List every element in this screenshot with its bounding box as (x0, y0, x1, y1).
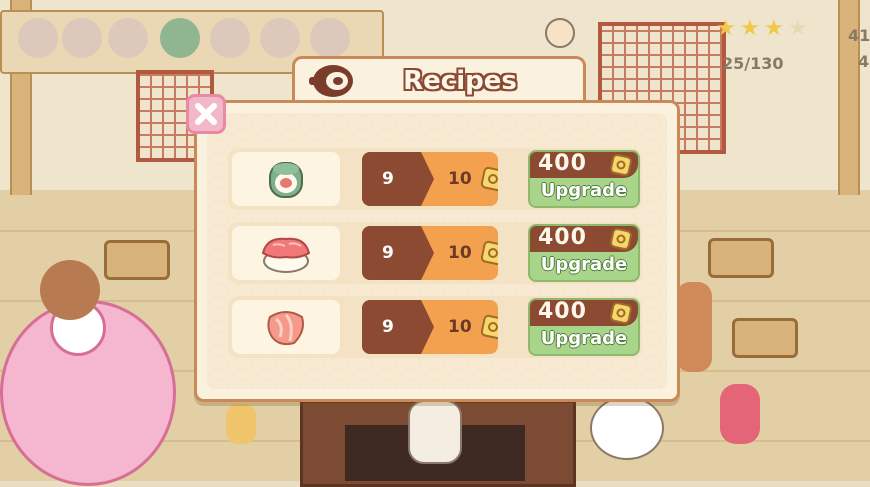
dialog-title: Recipes (403, 66, 517, 96)
salmon-slices-icon (267, 311, 304, 346)
cat-silhouette-icon (62, 18, 102, 58)
tuna-nigiri-icon (261, 237, 311, 273)
npc-character (545, 18, 575, 48)
customer-doll-character (720, 384, 760, 444)
low-table (732, 318, 798, 358)
star-icon: ★ (716, 16, 736, 41)
upgrade-cost: 400 (538, 225, 587, 250)
recipe-thumbnail (232, 152, 340, 206)
secondary-count: 4 (858, 52, 870, 71)
coin-icon (480, 166, 498, 192)
low-table (708, 238, 774, 278)
coin-icon (610, 228, 632, 250)
star-icon: ★ (788, 16, 808, 41)
current-level: 9 (362, 226, 434, 280)
current-level: 9 (362, 152, 434, 206)
customer-chick-character (226, 404, 256, 444)
close-button[interactable] (186, 94, 226, 134)
level-indicator: 9 10 (362, 300, 498, 354)
recipe-thumbnail (232, 226, 340, 280)
recipe-thumbnail (232, 300, 340, 354)
level-indicator: 9 10 (362, 226, 498, 280)
coin-icon (480, 240, 498, 266)
recipe-row: 9 10 400 Upgrade (228, 296, 642, 358)
upgrade-button[interactable]: 400 Upgrade (528, 224, 640, 282)
upgrade-cost: 400 (538, 299, 587, 324)
upgrade-label: Upgrade (540, 254, 628, 275)
upgrade-price-tag: 400 (530, 152, 638, 178)
currency-count: 41 (848, 26, 870, 45)
chef-cat-character (408, 400, 462, 464)
house-silhouette-icon (210, 18, 250, 58)
star-icon: ★ (740, 16, 760, 41)
creature-silhouette-icon (260, 18, 300, 58)
customer-cat-character (590, 396, 664, 460)
next-level: 10 (448, 243, 472, 263)
upgrade-label: Upgrade (540, 328, 628, 349)
cake-silhouette-icon (310, 18, 350, 58)
upgrade-label: Upgrade (540, 180, 628, 201)
coin-icon (610, 154, 632, 176)
star-progress-text: 25/130 (722, 54, 784, 73)
coin-icon (480, 314, 498, 340)
low-table (104, 240, 170, 280)
maki-roll-icon (269, 162, 303, 198)
level-indicator: 9 10 (362, 152, 498, 206)
next-level: 10 (448, 317, 472, 337)
coin-icon (610, 302, 632, 324)
fish-silhouette-icon (108, 18, 148, 58)
upgrade-price-tag: 400 (530, 300, 638, 326)
upgrade-price-tag: 400 (530, 226, 638, 252)
customer-dog-character (40, 260, 100, 320)
next-level: 10 (448, 169, 472, 189)
recipe-row: 9 10 400 Upgrade (228, 148, 642, 210)
close-icon (195, 103, 217, 125)
upgrade-cost: 400 (538, 151, 587, 176)
dish-silhouette-icon (18, 18, 58, 58)
recipe-row: 9 10 400 Upgrade (228, 222, 642, 284)
current-level: 9 (362, 300, 434, 354)
upgrade-button[interactable]: 400 Upgrade (528, 150, 640, 208)
maki-silhouette-icon (160, 18, 200, 58)
upgrade-button[interactable]: 400 Upgrade (528, 298, 640, 356)
star-icon: ★ (764, 16, 784, 41)
customer-fox-character (676, 282, 712, 372)
recipe-book-icon (307, 62, 355, 100)
